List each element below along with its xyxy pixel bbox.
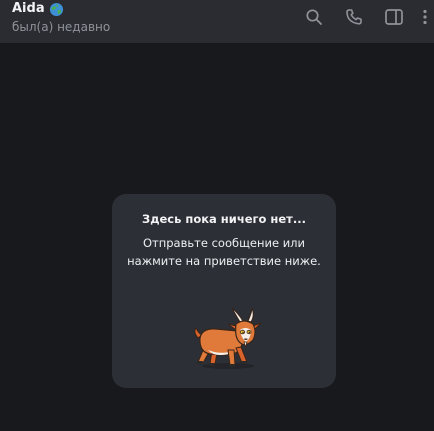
more-button[interactable] [418,6,432,28]
toggle-sidebar-button[interactable] [383,6,405,28]
peer-status: был(а) недавно [12,20,111,34]
search-icon [306,9,322,25]
empty-chat-card: Здесь пока ничего нет... Отправьте сообщ… [112,194,336,388]
empty-chat-title: Здесь пока ничего нет... [142,212,306,226]
greeting-goat-sticker[interactable] [190,308,264,372]
search-button[interactable] [303,6,325,28]
chat-window: Aida был(а) недавно Здесь пока ничего не… [0,0,434,431]
call-button[interactable] [343,6,365,28]
empty-chat-line-1: Отправьте сообщение или [142,236,306,250]
empty-chat-line-2: нажмите на приветствие ниже. [127,254,321,268]
peer-name-row[interactable]: Aida [12,1,64,17]
more-icon [423,9,427,25]
phone-icon [346,9,362,25]
sidebar-icon [385,9,403,25]
empty-chat-description: Отправьте сообщение или нажмите на приве… [120,234,328,270]
chat-header: Aida был(а) недавно [0,0,434,44]
peer-name[interactable]: Aida [12,1,45,17]
globe-emoji-icon [49,2,63,16]
